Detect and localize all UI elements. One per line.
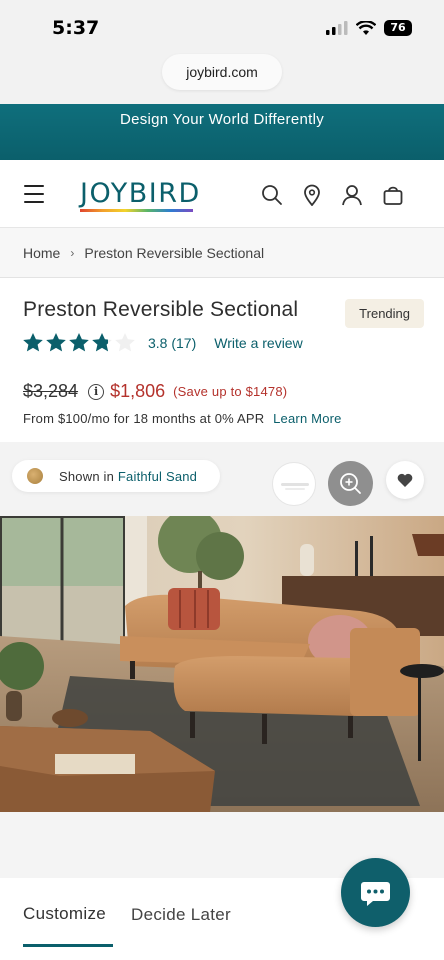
fabric-swatch [27, 468, 43, 484]
zoom-in-icon [340, 473, 361, 494]
product-title: Preston Reversible Sectional [23, 298, 299, 321]
shown-in-text: Shown in Faithful Sand [59, 469, 197, 484]
chat-icon [361, 882, 390, 906]
site-header: JOYBIRD [0, 160, 444, 228]
rating-row: 3.8 (17) Write a review [22, 332, 303, 354]
wishlist-button[interactable] [386, 461, 424, 499]
browser-url-area: joybird.com [0, 50, 444, 104]
star-icon [23, 333, 43, 352]
price-row: $3,284 i $1,806 (Save up to $1478) [23, 381, 287, 402]
savings-text: (Save up to $1478) [173, 384, 288, 399]
original-price: $3,284 [23, 381, 79, 401]
tab-decide-later[interactable]: Decide Later [131, 905, 231, 925]
breadcrumb-home[interactable]: Home [23, 245, 60, 261]
star-icon [115, 333, 135, 352]
shown-in-prefix: Shown in [59, 469, 115, 484]
badge-graphic [281, 483, 309, 490]
breadcrumb: Home › Preston Reversible Sectional [0, 228, 444, 278]
award-badge-icon[interactable] [272, 462, 316, 506]
info-icon[interactable]: i [88, 383, 105, 400]
star-rating[interactable] [22, 332, 136, 354]
wifi-icon [356, 20, 376, 35]
sectional-sofa-photo [0, 516, 444, 812]
battery-indicator: 76 [384, 20, 412, 36]
heart-icon [397, 473, 413, 487]
active-tab-indicator [23, 944, 113, 947]
fabric-name: Faithful Sand [117, 469, 198, 484]
cart-icon[interactable] [382, 184, 404, 206]
zoom-in-button[interactable] [328, 461, 373, 506]
shown-in-fabric-chip[interactable]: Shown in Faithful Sand [12, 460, 220, 492]
url-bar[interactable]: joybird.com [162, 54, 282, 90]
write-review-link[interactable]: Write a review [214, 335, 302, 351]
search-icon[interactable] [261, 184, 283, 206]
chat-button[interactable] [341, 858, 410, 927]
star-icon [46, 333, 66, 352]
logo-rainbow-underline [80, 209, 193, 212]
breadcrumb-current: Preston Reversible Sectional [84, 244, 265, 261]
trending-badge: Trending [345, 299, 424, 328]
rating-value[interactable]: 3.8 (17) [148, 335, 196, 351]
rating-number: 3.8 [148, 335, 168, 351]
promo-text: Design Your World Differently [119, 111, 325, 128]
signal-icon [326, 21, 348, 35]
hamburger-menu-icon[interactable] [24, 185, 44, 203]
star-icon [92, 333, 112, 352]
tab-customize[interactable]: Customize [23, 904, 106, 924]
joybird-logo[interactable]: JOYBIRD [80, 178, 201, 209]
financing-text: From $100/mo for 18 months at 0% APR Lea… [23, 411, 342, 426]
account-icon[interactable] [341, 184, 363, 206]
breadcrumb-separator: › [70, 245, 75, 260]
status-time: 5:37 [52, 17, 100, 39]
star-icon [69, 333, 89, 352]
status-icons: 76 [326, 20, 412, 36]
sale-price: $1,806 [110, 381, 166, 401]
financing-offer: From $100/mo for 18 months at 0% APR [23, 411, 265, 426]
review-count: (17) [171, 335, 197, 351]
location-pin-icon[interactable] [301, 184, 323, 206]
promo-banner[interactable]: Design Your World Differently [0, 104, 444, 160]
status-bar: 5:37 76 [0, 0, 444, 50]
learn-more-link[interactable]: Learn More [273, 411, 341, 426]
product-image[interactable] [0, 516, 444, 812]
